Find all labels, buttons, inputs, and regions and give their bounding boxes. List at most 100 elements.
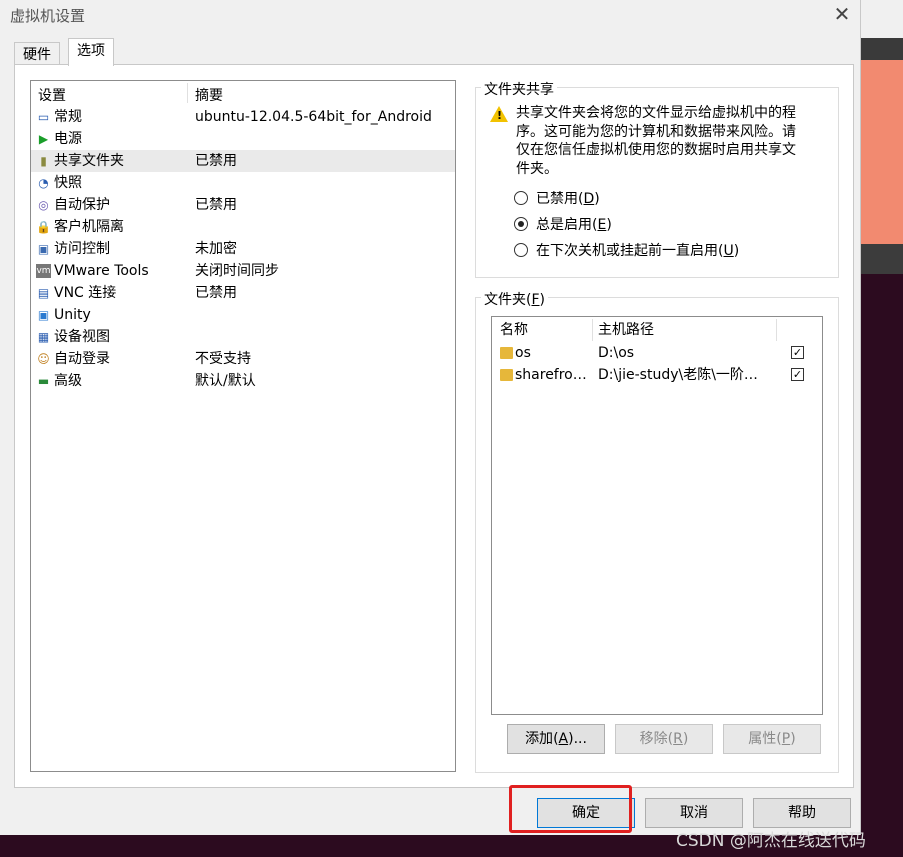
list-item[interactable]: ◎ 自动保护 已禁用 (31, 194, 455, 216)
list-item-name: 客户机隔离 (54, 219, 124, 235)
cancel-button[interactable]: 取消 (645, 798, 743, 828)
column-header-summary[interactable]: 摘要 (195, 85, 223, 105)
folder-enabled-checkbox[interactable]: ✓ (791, 368, 804, 381)
list-item-name: 电源 (54, 131, 82, 147)
vnc-icon: ▤ (37, 286, 50, 300)
window-title: 虚拟机设置 (10, 7, 86, 25)
list-item[interactable]: 🔒 客户机隔离 (31, 216, 455, 238)
list-item-name: 快照 (54, 175, 82, 191)
list-header: 设置 摘要 (31, 81, 455, 105)
radio-label: 总是启用 (536, 217, 592, 233)
unity-icon: ▣ (37, 308, 50, 322)
folder-name: sharefro… (515, 367, 587, 383)
list-item-name: VMware Tools (54, 263, 149, 279)
button-label: 添加 (525, 731, 554, 747)
column-divider (592, 319, 593, 341)
list-item-name: 自动保护 (54, 197, 110, 213)
shared-folder-icon: ▮ (40, 154, 47, 168)
list-item-summary: 已禁用 (195, 153, 237, 169)
vm-settings-dialog: 虚拟机设置 ✕ 硬件 选项 设置 摘要 ▭ 常规 ubuntu-12.04.5-64… (0, 0, 861, 835)
list-item[interactable]: ▮ 共享文件夹 已禁用 (31, 150, 455, 172)
list-item[interactable]: ▬ 高级 默认/默认 (31, 370, 455, 392)
autologin-icon: ☺ (37, 352, 50, 366)
button-label: 属性 (748, 731, 777, 747)
watermark: CSDN @阿杰在线送代码 (676, 831, 866, 851)
autoprotect-icon: ◎ (38, 198, 49, 212)
folder-enabled-checkbox[interactable]: ✓ (791, 346, 804, 359)
list-item[interactable]: ▤ VNC 连接 已禁用 (31, 282, 455, 304)
list-item[interactable]: ◔ 快照 (31, 172, 455, 194)
folders-title-text: 文件夹 (484, 292, 526, 308)
accelerator-key: P (781, 731, 791, 747)
access-control-icon: ▣ (37, 242, 50, 256)
desktop-dark-band (860, 244, 903, 274)
folder-host-path: D:\os (598, 345, 635, 361)
list-item[interactable]: ☺ 自动登录 不受支持 (31, 348, 455, 370)
list-item[interactable]: ▣ Unity (31, 304, 455, 326)
radio-button[interactable] (514, 243, 528, 257)
list-item[interactable]: ▦ 设备视图 (31, 326, 455, 348)
list-item[interactable]: ▭ 常规 ubuntu-12.04.5-64bit_for_Android (31, 106, 455, 128)
list-item-name: VNC 连接 (54, 285, 117, 301)
radio-button[interactable] (514, 191, 528, 205)
snapshot-icon: ◔ (38, 176, 49, 190)
accelerator-key: U (723, 243, 734, 259)
accelerator-key: E (597, 217, 607, 233)
advanced-icon: ▬ (37, 374, 50, 388)
accelerator-key: R (673, 731, 683, 747)
list-item-name: 设备视图 (54, 329, 110, 345)
list-item[interactable]: vm VMware Tools 关闭时间同步 (31, 260, 455, 282)
settings-list[interactable]: 设置 摘要 ▭ 常规 ubuntu-12.04.5-64bit_for_Androi… (30, 80, 456, 772)
folder-icon (500, 347, 513, 359)
column-header-host-path[interactable]: 主机路径 (598, 319, 654, 339)
column-header-name[interactable]: 名称 (500, 319, 528, 339)
accelerator-key: D (583, 191, 595, 207)
remove-folder-button[interactable]: 移除(R) (615, 724, 713, 754)
folder-host-path: D:\jie-study\老陈\一阶… (598, 367, 758, 383)
close-icon[interactable]: ✕ (832, 2, 852, 26)
list-item-name: 自动登录 (54, 351, 110, 367)
list-item[interactable]: ▣ 访问控制 未加密 (31, 238, 455, 260)
folder-icon (500, 369, 513, 381)
general-icon: ▭ (37, 110, 50, 124)
folder-sharing-title: 文件夹共享 (481, 79, 557, 99)
list-item-name: 高级 (54, 373, 82, 389)
column-divider (187, 83, 188, 103)
desktop-background (860, 0, 903, 38)
annotation-highlight-box (509, 785, 632, 833)
warning-icon-mark: ! (497, 109, 503, 122)
accelerator-key: A (558, 731, 569, 747)
desktop-window-band (860, 38, 903, 60)
table-row[interactable]: sharefro… D:\jie-study\老陈\一阶… ✓ (492, 364, 822, 386)
list-item-name: 访问控制 (54, 241, 110, 257)
list-item-summary: 关闭时间同步 (195, 263, 279, 279)
table-row[interactable]: os D:\os ✓ (492, 342, 822, 364)
list-item-summary: 未加密 (195, 241, 237, 257)
shared-folders-table[interactable]: 名称 主机路径 os D:\os ✓ sharefro… D:\jie-study\老陈… (491, 316, 823, 715)
folder-name: os (515, 345, 531, 361)
tab-hardware[interactable]: 硬件 (14, 42, 60, 65)
button-label: 移除 (639, 731, 668, 747)
list-item-summary: 默认/默认 (195, 373, 256, 389)
list-item-name: Unity (54, 307, 91, 323)
desktop-salmon-panel (860, 60, 903, 244)
folder-properties-button[interactable]: 属性(P) (723, 724, 821, 754)
vmware-tools-icon: vm (36, 264, 51, 278)
list-item-name: 常规 (54, 109, 82, 125)
list-item-name: 共享文件夹 (54, 153, 124, 169)
device-view-icon: ▦ (37, 330, 50, 344)
sharing-warning-text: 共享文件夹会将您的文件显示给虚拟机中的程序。这可能为您的计算机和数据带来风险。请… (516, 105, 796, 177)
radio-button-selected[interactable] (514, 217, 528, 231)
lock-icon: 🔒 (36, 220, 51, 234)
list-item-summary: ubuntu-12.04.5-64bit_for_Android (195, 109, 432, 125)
column-header-setting[interactable]: 设置 (38, 85, 66, 105)
tab-options[interactable]: 选项 (68, 38, 114, 66)
help-button[interactable]: 帮助 (753, 798, 851, 828)
radio-label: 已禁用 (536, 191, 578, 207)
list-item-summary: 已禁用 (195, 197, 237, 213)
folders-title: 文件夹(F) (481, 289, 548, 309)
list-item[interactable]: ▶ 电源 (31, 128, 455, 150)
radio-label: 在下次关机或挂起前一直启用 (536, 243, 718, 259)
add-folder-button[interactable]: 添加(A)... (507, 724, 605, 754)
list-item-summary: 已禁用 (195, 285, 237, 301)
